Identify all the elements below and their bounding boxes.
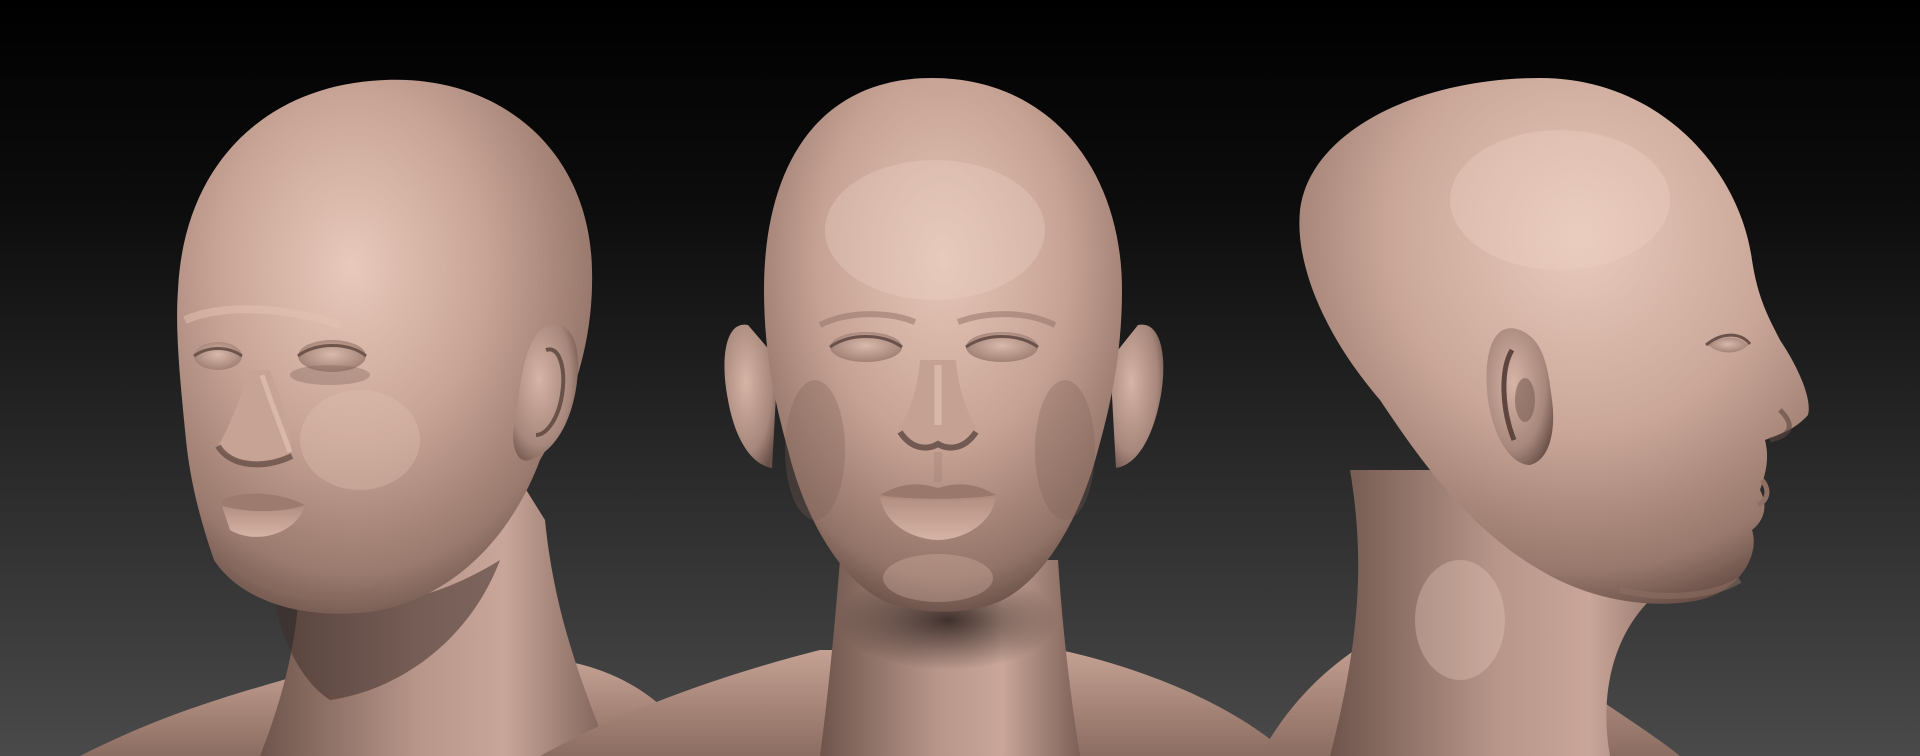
cheek: [300, 390, 420, 490]
chin: [883, 554, 993, 602]
skull-highlight: [1450, 130, 1670, 270]
ear-canal: [1515, 378, 1535, 422]
sculpt-render: [0, 0, 1920, 756]
right-cheek-shadow: [1035, 380, 1095, 520]
right-undereye: [290, 365, 370, 385]
render-viewport: [0, 0, 1920, 756]
forehead-highlight: [825, 160, 1045, 300]
neck-highlight: [1415, 560, 1505, 680]
left-eye: [194, 342, 242, 370]
left-cheek-shadow: [785, 380, 845, 520]
